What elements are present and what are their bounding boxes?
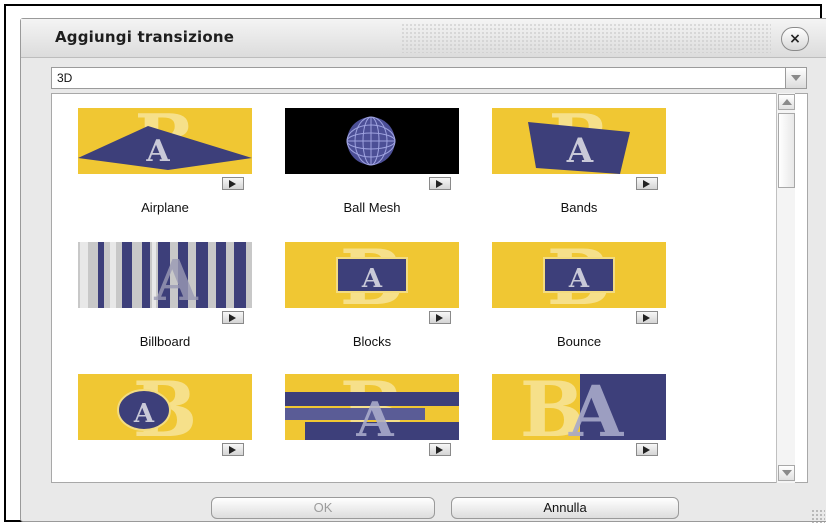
play-icon [643, 180, 650, 188]
svg-text:A: A [568, 374, 625, 440]
chevron-down-icon [782, 470, 792, 476]
add-transition-dialog: Aggiungi transizione × 3D B A Airplane [20, 18, 826, 523]
transition-item[interactable]: B A Blocks [285, 242, 459, 372]
transition-item[interactable]: B A [78, 374, 252, 482]
category-select[interactable]: 3D [51, 67, 807, 89]
play-icon [229, 446, 236, 454]
play-icon [229, 180, 236, 188]
transition-label: Airplane [141, 200, 189, 215]
ok-button[interactable]: OK [211, 497, 435, 519]
transition-label: Bounce [556, 334, 602, 349]
play-icon [436, 446, 443, 454]
transition-item[interactable]: B A Bands [492, 108, 666, 238]
transition-item[interactable]: Ball Mesh [285, 108, 459, 238]
play-icon [643, 446, 650, 454]
title-bar-texture [401, 23, 771, 53]
dialog-title: Aggiungi transizione [55, 28, 235, 46]
transition-label: Blocks [352, 334, 392, 349]
svg-text:A: A [133, 399, 155, 429]
play-icon [436, 180, 443, 188]
transition-label: Bands [560, 200, 598, 215]
transition-item[interactable]: A Billboard [78, 242, 252, 372]
airplane-transition-thumbnail[interactable]: B A [78, 108, 252, 174]
preview-play-button[interactable] [222, 311, 244, 324]
bands-transition-thumbnail[interactable]: B A [492, 108, 666, 174]
svg-text:A: A [566, 131, 594, 171]
scrollbar-thumb[interactable] [778, 113, 795, 188]
preview-play-button[interactable] [636, 177, 658, 190]
svg-text:A: A [568, 264, 590, 294]
preview-play-button[interactable] [429, 311, 451, 324]
close-button[interactable]: × [781, 27, 809, 51]
cancel-button[interactable]: Annulla [451, 497, 679, 519]
blocks-transition-thumbnail[interactable]: B A [285, 242, 459, 308]
svg-text:A: A [145, 134, 170, 169]
slats-transition-thumbnail[interactable]: B A [285, 374, 459, 440]
preview-play-button[interactable] [429, 443, 451, 456]
svg-text:A: A [153, 248, 199, 308]
preview-play-button[interactable] [222, 443, 244, 456]
title-bar[interactable]: Aggiungi transizione × [21, 19, 826, 58]
play-icon [436, 314, 443, 322]
scroll-up-button[interactable] [778, 94, 795, 110]
chevron-down-icon [791, 75, 801, 81]
preview-play-button[interactable] [429, 177, 451, 190]
scroll-down-button[interactable] [778, 465, 795, 481]
split-transition-thumbnail[interactable]: B A [492, 374, 666, 440]
play-icon [643, 314, 650, 322]
transition-item[interactable]: B A [285, 374, 459, 482]
billboard-transition-thumbnail[interactable]: A [78, 242, 252, 308]
ball-mesh-transition-thumbnail[interactable] [285, 108, 459, 174]
transition-item[interactable]: B A Bounce [492, 242, 666, 372]
preview-play-button[interactable] [636, 311, 658, 324]
circle-transition-thumbnail[interactable]: B A [78, 374, 252, 440]
transitions-grid: B A Airplane [51, 93, 808, 483]
transition-item[interactable]: B A Airplane [78, 108, 252, 238]
transition-item[interactable]: B A [492, 374, 666, 482]
vertical-scrollbar[interactable] [776, 93, 795, 483]
play-icon [229, 314, 236, 322]
transition-label: Billboard [139, 334, 191, 349]
category-select-value: 3D [57, 71, 73, 85]
svg-text:A: A [361, 264, 383, 294]
dropdown-arrow-button[interactable] [785, 67, 807, 89]
preview-play-button[interactable] [222, 177, 244, 190]
chevron-up-icon [782, 99, 792, 105]
bounce-transition-thumbnail[interactable]: B A [492, 242, 666, 308]
svg-text:A: A [355, 392, 394, 440]
transition-label: Ball Mesh [343, 200, 401, 215]
preview-play-button[interactable] [636, 443, 658, 456]
resize-grip-icon[interactable] [811, 509, 825, 523]
